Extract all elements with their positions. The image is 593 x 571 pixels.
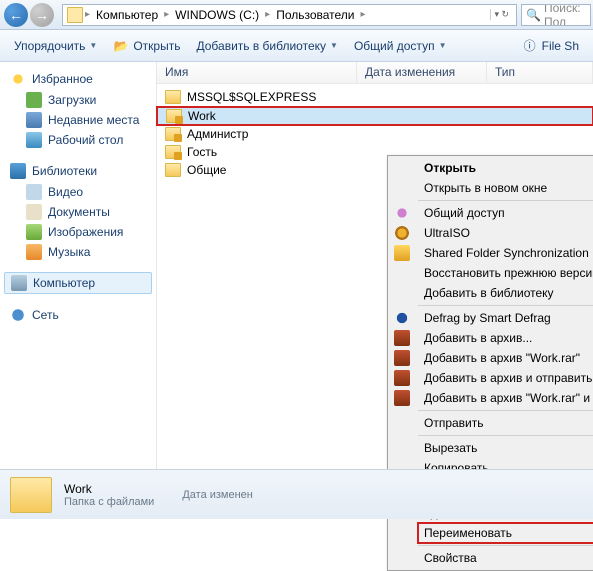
forward-button[interactable]: → bbox=[30, 3, 54, 27]
breadcrumb-users[interactable]: Пользователи bbox=[272, 8, 358, 22]
sidebar-item-documents[interactable]: Документы bbox=[0, 202, 156, 222]
chevron-down-icon: ▼ bbox=[439, 41, 447, 50]
archive-icon bbox=[394, 390, 410, 406]
chevron-right-icon: ▸ bbox=[361, 9, 366, 20]
chevron-down-icon: ▼ bbox=[330, 41, 338, 50]
breadcrumb-drive[interactable]: WINDOWS (C:) bbox=[171, 8, 263, 22]
menu-shared-folder-sync[interactable]: Shared Folder Synchronization▸ bbox=[418, 243, 593, 263]
search-icon: 🔍 bbox=[526, 8, 541, 22]
toolbar: Упорядочить▼ 📂Открыть Добавить в библиот… bbox=[0, 30, 593, 62]
chevron-down-icon: ▼ bbox=[89, 41, 97, 50]
folder-locked-icon bbox=[165, 127, 181, 141]
open-folder-icon: 📂 bbox=[113, 38, 129, 54]
menu-add-work-rar-email[interactable]: Добавить в архив "Work.rar" и отправить … bbox=[418, 388, 593, 408]
sidebar-item-music[interactable]: Музыка bbox=[0, 242, 156, 262]
folder-locked-icon bbox=[166, 109, 182, 123]
archive-icon bbox=[394, 330, 410, 346]
menu-separator bbox=[418, 545, 593, 546]
archive-icon bbox=[394, 350, 410, 366]
sidebar-network[interactable]: Сеть bbox=[0, 304, 156, 326]
sidebar-item-video[interactable]: Видео bbox=[0, 182, 156, 202]
video-icon bbox=[26, 184, 42, 200]
archive-icon bbox=[394, 370, 410, 386]
menu-share[interactable]: Общий доступ▸ bbox=[418, 203, 593, 223]
downloads-icon bbox=[26, 92, 42, 108]
menu-rename[interactable]: Переименовать bbox=[418, 523, 593, 543]
info-icon: ⓘ bbox=[522, 38, 538, 54]
sidebar-computer[interactable]: Компьютер bbox=[4, 272, 152, 294]
menu-add-archive[interactable]: Добавить в архив... bbox=[418, 328, 593, 348]
menu-send-to[interactable]: Отправить▸ bbox=[418, 413, 593, 433]
address-bar[interactable]: ▸ Компьютер ▸ WINDOWS (C:) ▸ Пользовател… bbox=[62, 4, 517, 26]
file-share-button[interactable]: ⓘFile Sh bbox=[516, 35, 585, 57]
status-item-type: Папка с файлами bbox=[64, 496, 154, 508]
share-button[interactable]: Общий доступ▼ bbox=[348, 36, 453, 56]
recent-icon bbox=[26, 112, 42, 128]
desktop-icon bbox=[26, 132, 42, 148]
defrag-icon bbox=[394, 310, 410, 326]
menu-separator bbox=[418, 200, 593, 201]
column-name[interactable]: Имя bbox=[157, 62, 357, 83]
sidebar-item-downloads[interactable]: Загрузки bbox=[0, 90, 156, 110]
sidebar-item-recent[interactable]: Недавние места bbox=[0, 110, 156, 130]
chevron-right-icon: ▸ bbox=[164, 9, 169, 20]
menu-restore-version[interactable]: Восстановить прежнюю версию bbox=[418, 263, 593, 283]
folder-icon bbox=[165, 90, 181, 104]
file-row-selected[interactable]: Work bbox=[157, 107, 593, 125]
status-date-label: Дата изменен bbox=[182, 489, 253, 501]
menu-open-new-window[interactable]: Открыть в новом окне bbox=[418, 178, 593, 198]
sync-icon bbox=[394, 245, 410, 261]
organize-button[interactable]: Упорядочить▼ bbox=[8, 36, 103, 56]
menu-cut[interactable]: Вырезать bbox=[418, 438, 593, 458]
menu-add-to-library[interactable]: Добавить в библиотеку▸ bbox=[418, 283, 593, 303]
details-pane: Work Папка с файлами Дата изменен bbox=[0, 469, 593, 519]
share-icon bbox=[394, 205, 410, 221]
chevron-right-icon: ▸ bbox=[85, 9, 90, 20]
back-button[interactable]: ← bbox=[4, 3, 28, 27]
column-date[interactable]: Дата изменения bbox=[357, 62, 487, 83]
column-headers: Имя Дата изменения Тип bbox=[157, 62, 593, 84]
menu-separator bbox=[418, 305, 593, 306]
menu-properties[interactable]: Свойства bbox=[418, 548, 593, 568]
menu-add-archive-email[interactable]: Добавить в архив и отправить по e-mail..… bbox=[418, 368, 593, 388]
menu-open[interactable]: Открыть bbox=[418, 158, 593, 178]
network-icon bbox=[10, 307, 26, 323]
sidebar-favorites[interactable]: Избранное bbox=[0, 68, 156, 90]
file-list-pane: Имя Дата изменения Тип MSSQL$SQLEXPRESS … bbox=[157, 62, 593, 492]
add-to-library-button[interactable]: Добавить в библиотеку▼ bbox=[190, 36, 343, 56]
library-icon bbox=[10, 163, 26, 179]
ultraiso-icon bbox=[394, 225, 410, 241]
file-row[interactable]: MSSQL$SQLEXPRESS bbox=[157, 88, 593, 106]
folder-icon bbox=[67, 7, 83, 23]
menu-separator bbox=[418, 410, 593, 411]
menu-ultraiso[interactable]: UltraISO▸ bbox=[418, 223, 593, 243]
folder-locked-icon bbox=[165, 145, 181, 159]
documents-icon bbox=[26, 204, 42, 220]
menu-separator bbox=[418, 435, 593, 436]
menu-add-work-rar[interactable]: Добавить в архив "Work.rar" bbox=[418, 348, 593, 368]
images-icon bbox=[26, 224, 42, 240]
search-input[interactable]: 🔍 Поиск: Пол bbox=[521, 4, 591, 26]
status-item-name: Work bbox=[64, 482, 154, 496]
search-placeholder: Поиск: Пол bbox=[544, 4, 586, 26]
chevron-right-icon: ▸ bbox=[265, 9, 270, 20]
navigation-bar: ← → ▸ Компьютер ▸ WINDOWS (C:) ▸ Пользов… bbox=[0, 0, 593, 30]
star-icon bbox=[10, 71, 26, 87]
menu-defrag[interactable]: Defrag by Smart Defrag▸ bbox=[418, 308, 593, 328]
sidebar-item-desktop[interactable]: Рабочий стол bbox=[0, 130, 156, 150]
file-row[interactable]: Администр bbox=[157, 125, 593, 143]
folder-thumbnail-icon bbox=[10, 477, 52, 513]
computer-icon bbox=[11, 275, 27, 291]
open-button[interactable]: 📂Открыть bbox=[107, 35, 186, 57]
sidebar-item-images[interactable]: Изображения bbox=[0, 222, 156, 242]
column-type[interactable]: Тип bbox=[487, 62, 593, 83]
navigation-pane: Избранное Загрузки Недавние места Рабочи… bbox=[0, 62, 157, 492]
address-dropdown[interactable]: ▾ ↻ bbox=[490, 9, 512, 20]
music-icon bbox=[26, 244, 42, 260]
breadcrumb-computer[interactable]: Компьютер bbox=[92, 8, 162, 22]
sidebar-libraries[interactable]: Библиотеки bbox=[0, 160, 156, 182]
folder-icon bbox=[165, 163, 181, 177]
